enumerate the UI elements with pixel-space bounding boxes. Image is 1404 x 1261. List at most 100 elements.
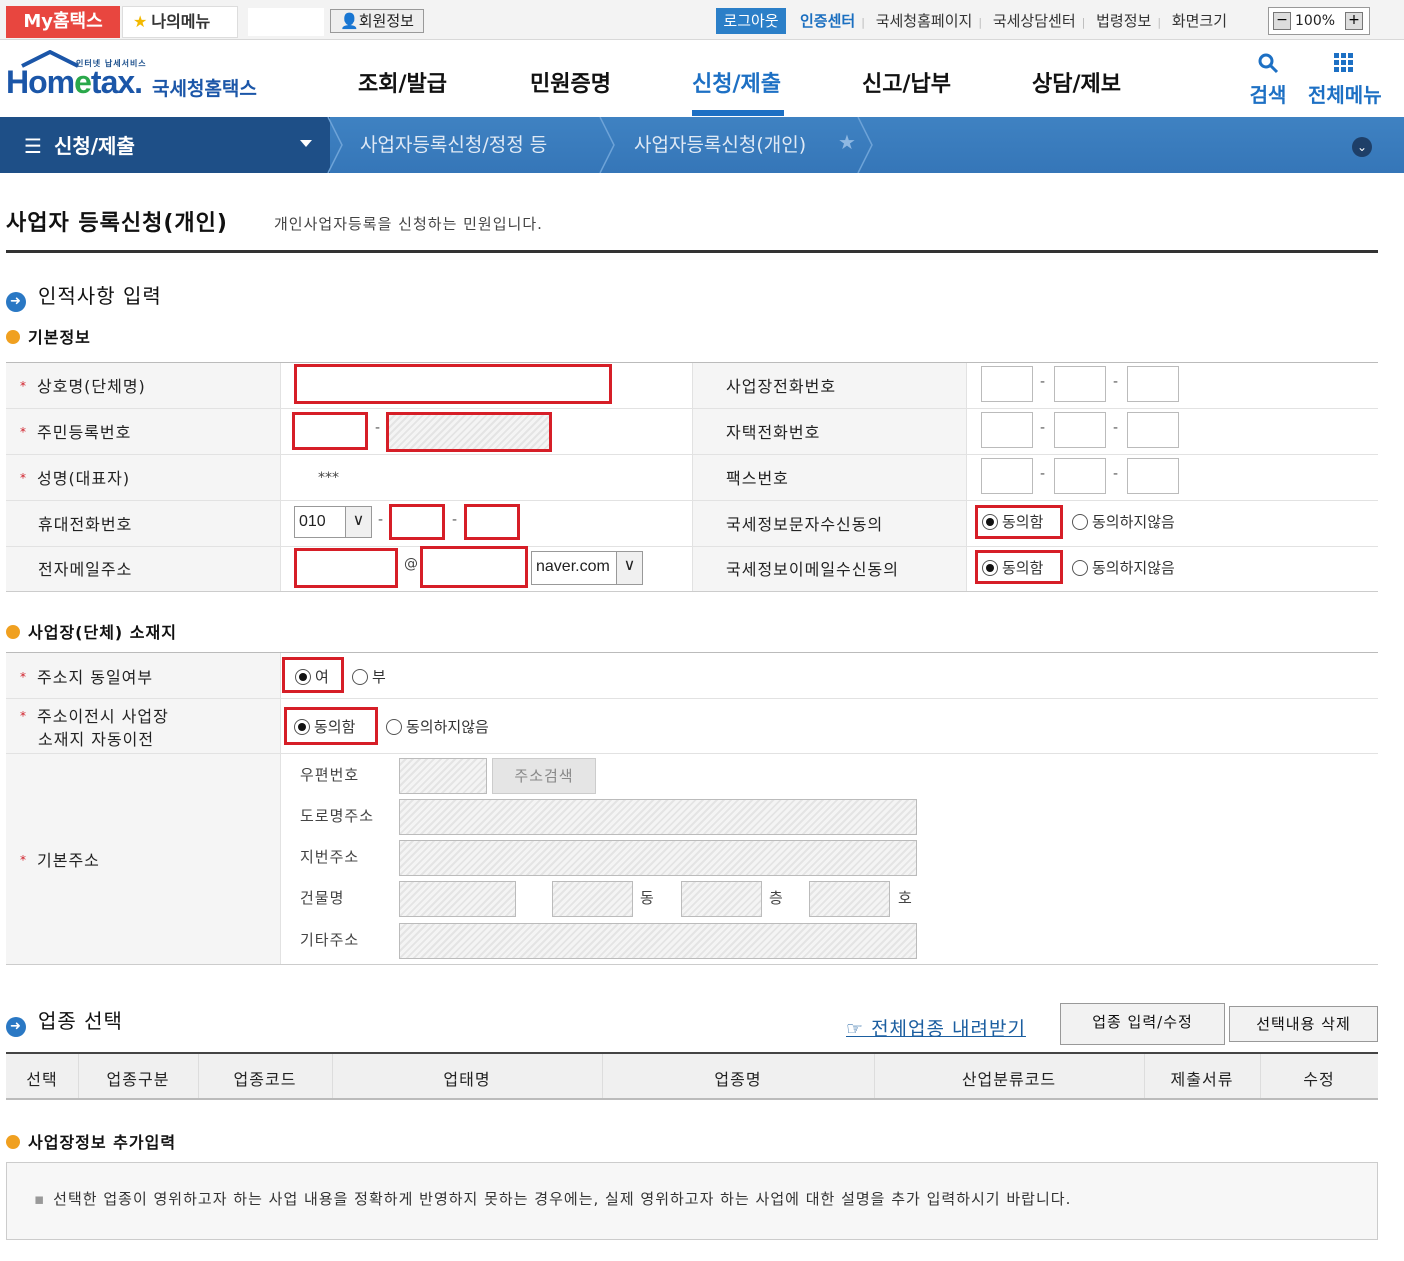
all-menu-button[interactable]: 전체메뉴: [1308, 52, 1382, 108]
screen-size-label: 화면크기: [1171, 12, 1228, 30]
dash-separator: -: [1113, 420, 1119, 436]
my-hometax-button[interactable]: My홈택스: [6, 6, 120, 38]
email-domain-input[interactable]: [420, 546, 528, 588]
auto-move-disagree-radio[interactable]: 동의하지않음: [386, 716, 489, 737]
link-cert-center[interactable]: 인증센터: [800, 12, 855, 30]
auto-move-agree-radio[interactable]: 동의함: [294, 716, 355, 737]
building-name-input[interactable]: [399, 881, 516, 917]
biz-phone-2-input[interactable]: [1054, 366, 1106, 402]
search-icon: [1258, 53, 1279, 74]
biz-phone-1-input[interactable]: [981, 366, 1033, 402]
breadcrumb-menu[interactable]: ☰ 신청/제출: [24, 130, 135, 159]
download-all-industries-link[interactable]: ☞ 전체업종 내려받기: [846, 1014, 1026, 1041]
nav-report-pay[interactable]: 신고/납부: [862, 66, 951, 98]
biz-phone-3-input[interactable]: [1127, 366, 1179, 402]
same-address-yes-radio[interactable]: 여: [295, 666, 329, 687]
chevron-down-icon: ∨: [616, 552, 642, 584]
all-menu-label: 전체메뉴: [1308, 83, 1382, 107]
building-ho-input[interactable]: [809, 881, 890, 917]
orange-dot-icon: [6, 330, 20, 344]
column-header-industry-class: 산업분류코드: [961, 1070, 1057, 1089]
row-divider: [6, 698, 1378, 699]
logout-button[interactable]: 로그아웃: [716, 8, 786, 34]
required-asterisk-icon: *: [20, 709, 27, 723]
required-asterisk-icon: *: [20, 853, 27, 867]
delete-selection-button[interactable]: 선택내용 삭제: [1229, 1006, 1378, 1042]
col-divider: [692, 363, 693, 591]
fax-3-input[interactable]: [1127, 458, 1179, 494]
industry-edit-button[interactable]: 업종 입력/수정: [1060, 1003, 1225, 1045]
nav-civil-cert[interactable]: 민원증명: [530, 66, 611, 98]
nav-apply-submit[interactable]: 신청/제출: [692, 66, 781, 98]
resident-no-front-input[interactable]: [292, 412, 368, 450]
link-law-info[interactable]: 법령정보: [1096, 12, 1151, 30]
fax-2-input[interactable]: [1054, 458, 1106, 494]
mobile-last-input[interactable]: [464, 504, 520, 540]
dash-separator: -: [1113, 466, 1119, 482]
sms-disagree-radio[interactable]: 동의하지않음: [1072, 511, 1175, 532]
dash-separator: -: [1040, 374, 1046, 390]
fax-1-input[interactable]: [981, 458, 1033, 494]
breadcrumb-item-1[interactable]: 사업자등록신청/정정 등: [360, 130, 547, 157]
label-floor: 층: [769, 889, 784, 907]
dash-separator: -: [375, 420, 381, 436]
email-agree-radio[interactable]: 동의함: [982, 557, 1043, 578]
my-menu-button[interactable]: ★ 나의메뉴: [122, 6, 238, 38]
favorite-star-icon[interactable]: ★: [838, 130, 856, 154]
address-search-button[interactable]: 주소검색: [492, 758, 596, 794]
table-bottom-border: [6, 964, 1378, 965]
caret-down-icon[interactable]: [300, 140, 312, 147]
resident-no-back-input[interactable]: [386, 412, 552, 452]
sms-agree-radio[interactable]: 동의함: [982, 511, 1043, 532]
lot-address-input[interactable]: [399, 840, 917, 876]
link-nts-homepage[interactable]: 국세청홈페이지: [876, 12, 973, 30]
postal-code-input[interactable]: [399, 758, 487, 794]
email-domain-select[interactable]: naver.com ∨: [531, 551, 643, 585]
column-header-documents: 제출서류: [1170, 1070, 1234, 1089]
col-divider: [966, 363, 967, 591]
zoom-level: 100%: [1295, 13, 1336, 29]
home-phone-3-input[interactable]: [1127, 412, 1179, 448]
nav-consult-report[interactable]: 상담/제보: [1032, 66, 1121, 98]
email-disagree-radio[interactable]: 동의하지않음: [1072, 557, 1175, 578]
label-email: 전자메일주소: [38, 560, 133, 579]
same-address-no-radio[interactable]: 부: [352, 666, 386, 687]
building-floor-input[interactable]: [681, 881, 762, 917]
road-address-input[interactable]: [399, 799, 917, 835]
expand-chevron-icon[interactable]: ⌄: [1352, 137, 1372, 157]
building-dong-input[interactable]: [552, 881, 633, 917]
required-asterisk-icon: *: [20, 670, 27, 684]
search-button[interactable]: 검색: [1248, 52, 1288, 108]
chevron-down-icon: ∨: [345, 507, 371, 537]
member-info-button[interactable]: 👤회원정보: [330, 9, 424, 33]
row-divider: [6, 454, 1378, 455]
zoom-in-button[interactable]: +: [1345, 12, 1364, 30]
column-header-code: 업종코드: [233, 1070, 297, 1089]
orange-dot-icon: [6, 625, 20, 639]
link-tax-counsel[interactable]: 국세상담센터: [993, 12, 1076, 30]
nav-active-indicator: [692, 110, 784, 116]
breadcrumb-chevron-icon: [599, 117, 615, 173]
nav-lookup-issue[interactable]: 조회/발급: [358, 66, 447, 98]
mobile-middle-input[interactable]: [389, 504, 445, 540]
radio-unchecked-icon: [1072, 514, 1088, 530]
subsection-biz-location: 사업장(단체) 소재지: [6, 619, 177, 643]
email-id-input[interactable]: [294, 548, 398, 588]
home-phone-1-input[interactable]: [981, 412, 1033, 448]
label-column-left: [6, 653, 280, 964]
company-name-input[interactable]: [294, 364, 612, 404]
mobile-prefix-select[interactable]: 010 ∨: [294, 506, 372, 538]
label-building: 건물명: [300, 889, 345, 907]
zoom-control: −100% +: [1268, 7, 1370, 35]
notice-text: ▪ 선택한 업종이 영위하고자 하는 사업 내용을 정확하게 반영하지 못하는 경…: [34, 1190, 1072, 1208]
home-phone-2-input[interactable]: [1054, 412, 1106, 448]
radio-unchecked-icon: [352, 669, 368, 685]
breadcrumb-item-2[interactable]: 사업자등록신청(개인): [634, 130, 806, 157]
hometax-logo[interactable]: 인터넷 납세서비스 Hometax. 국세청홈택스: [6, 48, 266, 112]
radio-checked-icon: [295, 669, 311, 685]
row-divider: [6, 500, 1378, 501]
etc-address-input[interactable]: [399, 923, 917, 959]
blank-user-area: [248, 8, 324, 36]
zoom-out-button[interactable]: −: [1273, 12, 1291, 30]
label-home-phone: 자택전화번호: [726, 423, 821, 442]
